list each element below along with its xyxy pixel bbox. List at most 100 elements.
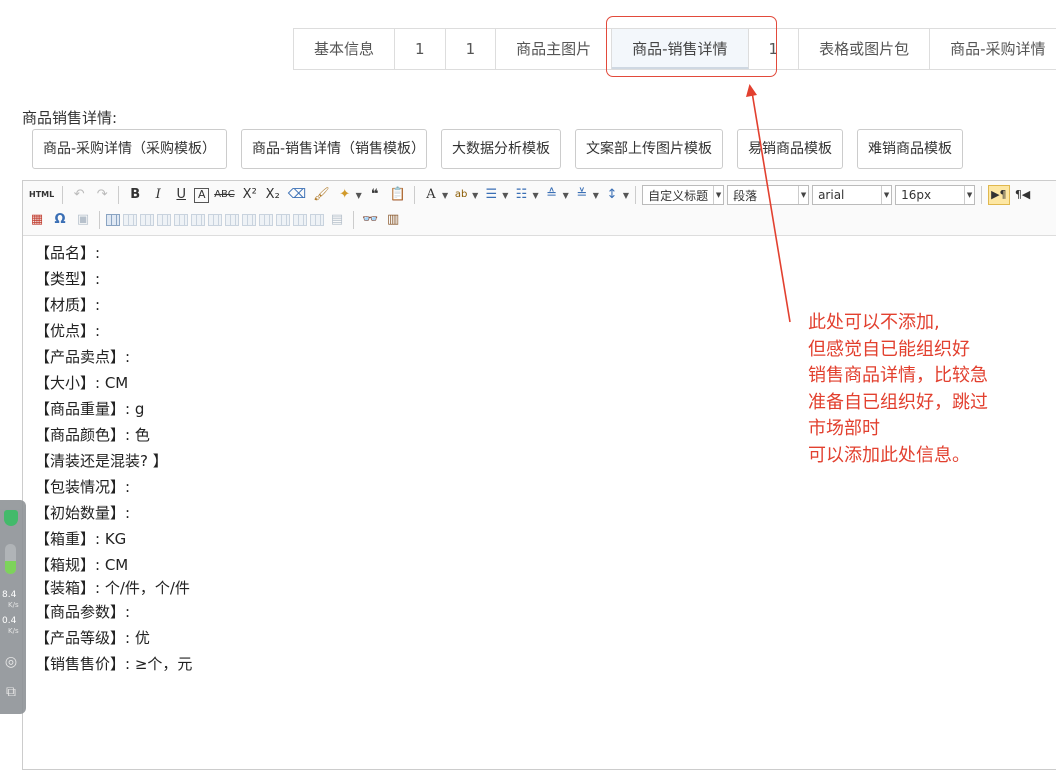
toolbar-separator: [99, 211, 100, 229]
custom-heading-select[interactable]: 自定义标题 ▼: [642, 185, 725, 205]
eraser-icon[interactable]: ⌫: [286, 185, 308, 205]
html-source-button[interactable]: HTML: [27, 185, 56, 205]
network-speed-widget[interactable]: 8.4 K/s 0.4 K/s ◎ ⧉: [0, 500, 26, 714]
format-brush-icon[interactable]: 🖌: [311, 185, 332, 205]
tab-1c[interactable]: 1: [749, 29, 800, 69]
annotation-line: 市场部时: [808, 418, 880, 439]
delete-row-icon[interactable]: [174, 214, 188, 226]
copywriting-image-template-button[interactable]: 文案部上传图片模板: [575, 129, 723, 169]
tab-basic-info[interactable]: 基本信息: [294, 29, 396, 69]
redo-icon[interactable]: ↷: [92, 185, 112, 205]
level-bar: [5, 544, 16, 574]
toolbar-separator: [413, 186, 415, 204]
sales-template-button[interactable]: 商品-销售详情（销售模板）: [241, 129, 427, 169]
paste-text-icon[interactable]: 📋: [388, 185, 408, 205]
chevron-down-icon[interactable]: ▼: [532, 191, 538, 200]
toolbar-row-2: ▦ Ω ▣ ▤ 👓 ▥: [27, 209, 403, 231]
chevron-down-icon[interactable]: ▼: [356, 191, 362, 200]
chevron-down-icon[interactable]: ▼: [593, 191, 599, 200]
annotation-note: 此处可以不添加, 但感觉自已能组织好 销售商品详情，比较急 准备自已组织好，跳过…: [808, 310, 988, 469]
row-spacing-bottom-icon[interactable]: ≚: [572, 185, 592, 205]
delete-table-icon[interactable]: [123, 214, 137, 226]
chevron-down-icon: ▼: [881, 186, 891, 204]
chevron-down-icon: ▼: [798, 186, 808, 204]
date-icon[interactable]: ▦: [27, 210, 47, 230]
subscript-icon[interactable]: X₂: [263, 185, 283, 205]
font-family-select[interactable]: arial ▼: [812, 185, 893, 205]
merge-right-icon[interactable]: [242, 214, 256, 226]
purchase-template-button[interactable]: 商品-采购详情（采购模板）: [32, 129, 227, 169]
strikethrough-icon[interactable]: ABC: [212, 185, 237, 205]
merge-down-icon[interactable]: [259, 214, 273, 226]
tab-1b[interactable]: 1: [446, 29, 497, 69]
font-color-icon[interactable]: A: [421, 185, 441, 205]
annotation-line: 此处可以不添加,: [808, 312, 940, 333]
split-rows-icon[interactable]: [293, 214, 307, 226]
template-icon[interactable]: ▥: [383, 210, 403, 230]
italic-icon[interactable]: I: [148, 185, 168, 205]
content-line: 【品名】:: [35, 244, 101, 262]
download-speed-unit: K/s: [8, 627, 19, 635]
annotation-line: 准备自已组织好，跳过: [808, 391, 988, 413]
insert-row-icon[interactable]: [157, 214, 171, 226]
merge-cells-icon[interactable]: [225, 214, 239, 226]
toolbar-separator: [62, 186, 64, 204]
tab-main-images[interactable]: 商品主图片: [496, 29, 613, 69]
hard-sell-template-button[interactable]: 难销商品模板: [857, 129, 963, 169]
annotation-arrow-head: [746, 84, 757, 97]
paragraph-select[interactable]: 段落 ▼: [727, 185, 810, 205]
tab-sales-detail[interactable]: 商品-销售详情: [612, 29, 749, 69]
line-height-icon[interactable]: ↕: [602, 185, 622, 205]
level-bar-fill: [5, 560, 16, 574]
table-properties-icon[interactable]: ▤: [327, 210, 347, 230]
tab-table-or-image-pack[interactable]: 表格或图片包: [799, 29, 931, 69]
tab-purchase-detail[interactable]: 商品-采购详情: [930, 29, 1056, 69]
unordered-list-icon[interactable]: ☷: [511, 185, 531, 205]
accelerate-icon[interactable]: ◎: [3, 654, 19, 670]
upload-speed-unit: K/s: [8, 601, 19, 609]
screenshot-icon[interactable]: ⧉: [3, 684, 19, 700]
chevron-down-icon[interactable]: ▼: [442, 191, 448, 200]
ltr-direction-icon[interactable]: ▶¶: [988, 185, 1010, 205]
chevron-down-icon: ▼: [964, 186, 974, 204]
font-size-select[interactable]: 16px ▼: [895, 185, 976, 205]
ordered-list-icon[interactable]: ☰: [481, 185, 501, 205]
rich-text-editor: HTML ↶ ↷ B I U A ABC X² X₂ ⌫ 🖌 ✦ ▼ ❝ 📋 A ▼…: [22, 180, 1056, 770]
font-border-icon[interactable]: A: [194, 187, 210, 203]
row-spacing-top-icon[interactable]: ≙: [542, 185, 562, 205]
toolbar-separator: [118, 186, 120, 204]
delete-column-icon[interactable]: [208, 214, 222, 226]
annotation-line: 销售商品详情，比较急: [808, 365, 988, 386]
split-cols-icon[interactable]: [310, 214, 324, 226]
split-cells-icon[interactable]: [276, 214, 290, 226]
superscript-icon[interactable]: X²: [240, 185, 260, 205]
insert-paragraph-before-table-icon[interactable]: [140, 214, 154, 226]
annotation-line: 可以添加此处信息。: [808, 444, 970, 466]
chevron-down-icon[interactable]: ▼: [502, 191, 508, 200]
toolbar-separator: [353, 211, 354, 229]
insert-table-icon[interactable]: [106, 214, 120, 226]
rtl-direction-icon[interactable]: ¶◀: [1013, 185, 1033, 205]
paragraph-select-value: 段落: [733, 188, 758, 203]
tab-1a[interactable]: 1: [395, 29, 446, 69]
easy-sell-template-button[interactable]: 易销商品模板: [737, 129, 843, 169]
big-data-template-button[interactable]: 大数据分析模板: [441, 129, 561, 169]
content-line: 【包装情况】:: [35, 478, 131, 496]
content-line: 【产品等级】: 优: [35, 629, 150, 647]
undo-icon[interactable]: ↶: [69, 185, 89, 205]
blockquote-icon[interactable]: ❝: [365, 185, 385, 205]
special-char-icon[interactable]: Ω: [50, 210, 70, 230]
highlight-color-icon[interactable]: ab: [451, 185, 471, 205]
shield-icon: [4, 510, 18, 526]
chevron-down-icon[interactable]: ▼: [472, 191, 478, 200]
image-icon[interactable]: ▣: [73, 210, 93, 230]
chevron-down-icon[interactable]: ▼: [623, 191, 629, 200]
toolbar-separator: [635, 186, 637, 204]
underline-icon[interactable]: U: [171, 185, 191, 205]
chevron-down-icon: ▼: [713, 186, 723, 204]
insert-column-icon[interactable]: [191, 214, 205, 226]
bold-icon[interactable]: B: [125, 185, 145, 205]
auto-format-icon[interactable]: ✦: [335, 185, 355, 205]
chevron-down-icon[interactable]: ▼: [563, 191, 569, 200]
search-replace-icon[interactable]: 👓: [360, 210, 380, 230]
